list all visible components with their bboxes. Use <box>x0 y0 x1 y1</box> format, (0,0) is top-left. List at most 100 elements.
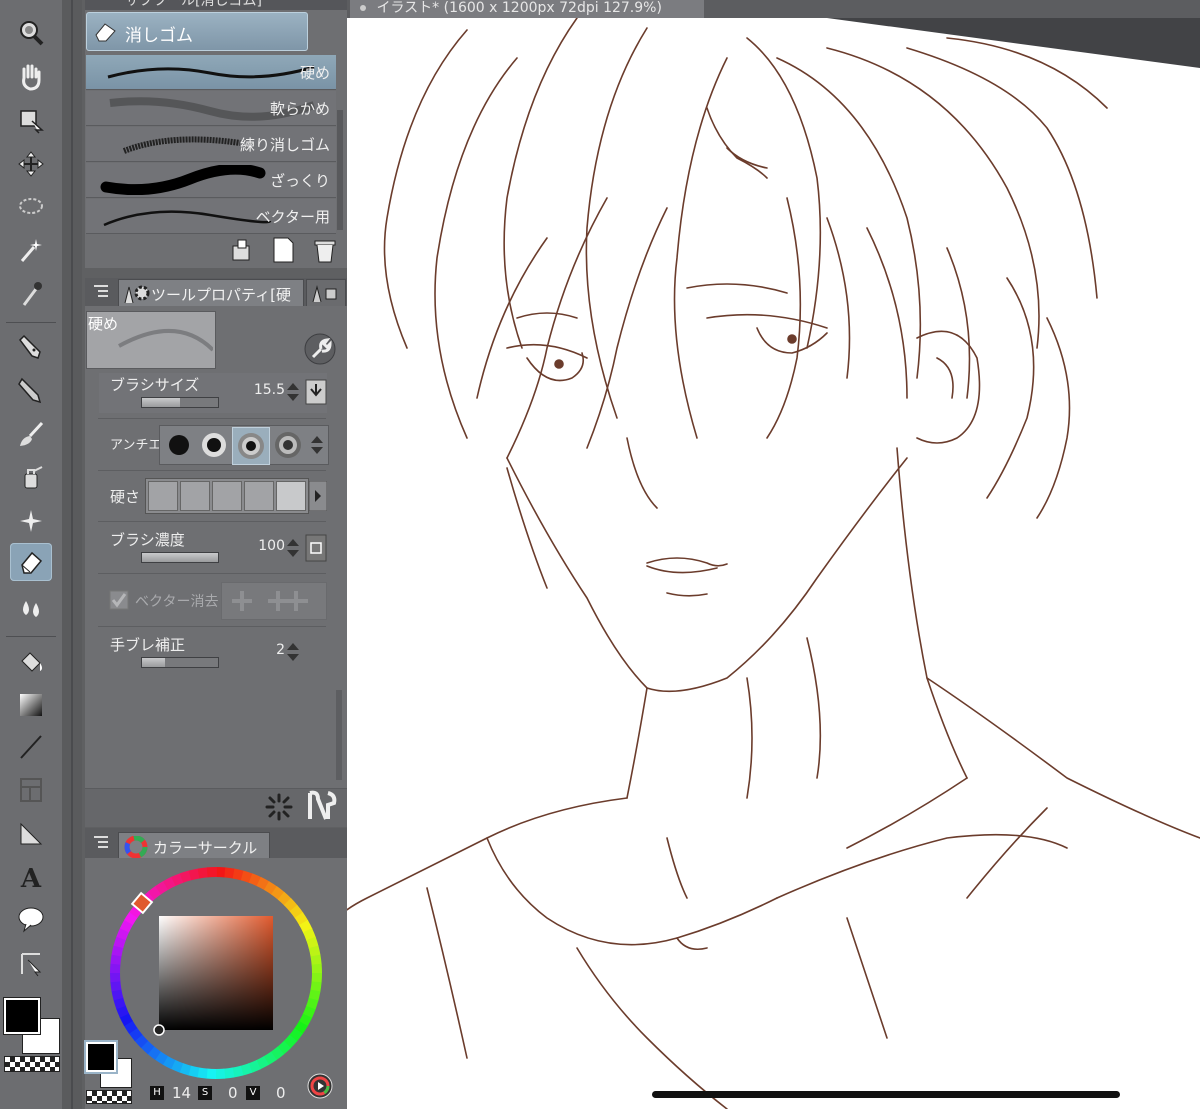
hue-ring-segment[interactable] <box>255 1056 269 1070</box>
hardness-option-selected[interactable] <box>276 481 306 511</box>
airbrush-icon[interactable] <box>10 458 52 496</box>
brush-size-spinner[interactable] <box>286 381 300 403</box>
hue-ring-segment[interactable] <box>171 873 185 887</box>
trash-icon[interactable] <box>312 236 338 264</box>
hue-ring-segment[interactable] <box>123 1020 138 1034</box>
hue-ring-segment[interactable] <box>277 891 292 906</box>
blend-icon[interactable] <box>10 589 52 627</box>
brush-size-value[interactable]: 15.5 <box>229 382 285 398</box>
pressure-settings-icon[interactable] <box>305 379 327 405</box>
hue-ring-segment[interactable] <box>289 904 304 919</box>
tab-brush-shape[interactable] <box>306 279 346 308</box>
hue-ring-segment[interactable] <box>224 867 236 879</box>
hue-ring-segment[interactable] <box>239 1063 253 1076</box>
hue-ring-segment[interactable] <box>302 928 316 942</box>
hue-ring-segment[interactable] <box>306 936 319 950</box>
hue-ring-segment[interactable] <box>162 1055 176 1070</box>
correct-line-icon[interactable] <box>10 944 52 982</box>
anti-alias-weak-option[interactable] <box>197 428 231 462</box>
frame-icon[interactable] <box>10 771 52 809</box>
hue-ring-segment[interactable] <box>294 912 309 926</box>
hue-ring-segment[interactable] <box>271 886 285 901</box>
anti-alias-spinner[interactable] <box>310 434 324 456</box>
hue-ring-segment[interactable] <box>119 1012 133 1026</box>
hue-ring-segment[interactable] <box>155 880 169 895</box>
anti-alias-none-option[interactable] <box>162 428 196 462</box>
document-tab[interactable]: イラスト* (1600 x 1200px 72dpi 127.9%) <box>350 0 704 18</box>
hue-ring-segment[interactable] <box>134 1034 149 1048</box>
hue-ring-segment[interactable] <box>197 867 209 879</box>
hue-ring-segment[interactable] <box>196 1067 208 1079</box>
hue-ring-segment[interactable] <box>147 885 162 900</box>
sv-marker[interactable] <box>153 1024 165 1036</box>
hue-ring-segment[interactable] <box>248 873 262 887</box>
hue-ring-segment[interactable] <box>113 996 126 1010</box>
fill-icon[interactable] <box>10 643 52 681</box>
hue-ring-segment[interactable] <box>302 1005 316 1019</box>
hue-ring-segment[interactable] <box>128 1027 143 1042</box>
hue-ring-segment[interactable] <box>163 876 177 890</box>
pencil-icon[interactable] <box>10 371 52 409</box>
line-icon[interactable] <box>10 728 52 766</box>
magic-wand-icon[interactable] <box>10 231 52 269</box>
gradient-icon[interactable] <box>10 686 52 724</box>
hue-ring-segment[interactable] <box>305 997 319 1011</box>
hue-ring-segment[interactable] <box>232 868 245 881</box>
ruler-icon[interactable] <box>10 815 52 853</box>
hue-ring-segment[interactable] <box>240 870 254 884</box>
panel-menu-icon[interactable] <box>92 283 110 299</box>
panel-transparent-swatch[interactable] <box>86 1090 132 1104</box>
hand-icon[interactable] <box>10 58 52 96</box>
brush-density-spinner[interactable] <box>286 537 300 559</box>
hue-ring-segment[interactable] <box>283 898 298 912</box>
hue-ring-segment[interactable] <box>124 911 138 926</box>
object-icon[interactable] <box>10 101 52 139</box>
drawing-canvas[interactable] <box>347 18 1200 1109</box>
hue-ring-segment[interactable] <box>294 1020 308 1035</box>
subtool-scrollbar[interactable] <box>337 110 343 230</box>
hue-ring-segment[interactable] <box>283 1034 298 1049</box>
wrench-settings-icon[interactable] <box>303 333 337 365</box>
brush-item-kneaded-eraser[interactable]: 練り消しゴム <box>86 127 336 162</box>
stabilization-spinner[interactable] <box>286 641 300 663</box>
tab-color-circle[interactable]: カラーサークル <box>118 832 270 861</box>
hue-ring-segment[interactable] <box>147 1045 161 1060</box>
balloon-icon[interactable] <box>10 900 52 938</box>
hardness-expand-icon[interactable] <box>309 481 327 511</box>
hue-ring-segment[interactable] <box>116 927 130 941</box>
hue-ring-segment[interactable] <box>119 919 134 933</box>
density-pressure-icon[interactable] <box>305 534 327 562</box>
sub-tool-detail-icon[interactable] <box>306 789 338 823</box>
hue-ring-segment[interactable] <box>178 1062 192 1076</box>
hue-ring-segment[interactable] <box>270 1046 285 1061</box>
hue-ring-segment[interactable] <box>263 881 278 895</box>
hue-ring-segment[interactable] <box>231 1065 244 1078</box>
lasso-select-icon[interactable] <box>10 188 52 226</box>
hue-ring-segment[interactable] <box>308 945 321 958</box>
copy-subtool-icon[interactable] <box>229 237 255 263</box>
text-icon[interactable]: A <box>10 858 52 896</box>
vector-erase-checkbox[interactable] <box>109 590 129 610</box>
hue-ring-segment[interactable] <box>111 944 124 957</box>
canvas-viewport[interactable] <box>347 18 1200 1109</box>
hue-ring-segment[interactable] <box>140 1040 155 1055</box>
hue-ring-segment[interactable] <box>277 1040 291 1055</box>
hue-ring-segment[interactable] <box>154 1051 169 1065</box>
pen-icon[interactable] <box>10 328 52 366</box>
panel-main-color-swatch[interactable] <box>84 1040 118 1074</box>
tool-palette-divider[interactable] <box>62 0 82 1109</box>
hue-ring-segment[interactable] <box>179 870 193 883</box>
hardness-option[interactable] <box>148 481 178 511</box>
hue-ring-segment[interactable] <box>116 1004 130 1018</box>
color-wheel[interactable] <box>104 866 328 1080</box>
brush-icon[interactable] <box>10 415 52 453</box>
tool-property-scrollbar[interactable] <box>336 690 342 780</box>
zoom-icon[interactable] <box>10 14 52 52</box>
stabilization-slider[interactable] <box>141 657 219 668</box>
stabilization-value[interactable]: 2 <box>249 642 285 658</box>
hue-ring-segment[interactable] <box>223 1067 235 1079</box>
hue-ring-segment[interactable] <box>111 988 124 1001</box>
hardness-option[interactable] <box>180 481 210 511</box>
hue-ring-segment[interactable] <box>247 1059 261 1073</box>
brush-item-hard[interactable]: 硬め <box>86 55 336 90</box>
